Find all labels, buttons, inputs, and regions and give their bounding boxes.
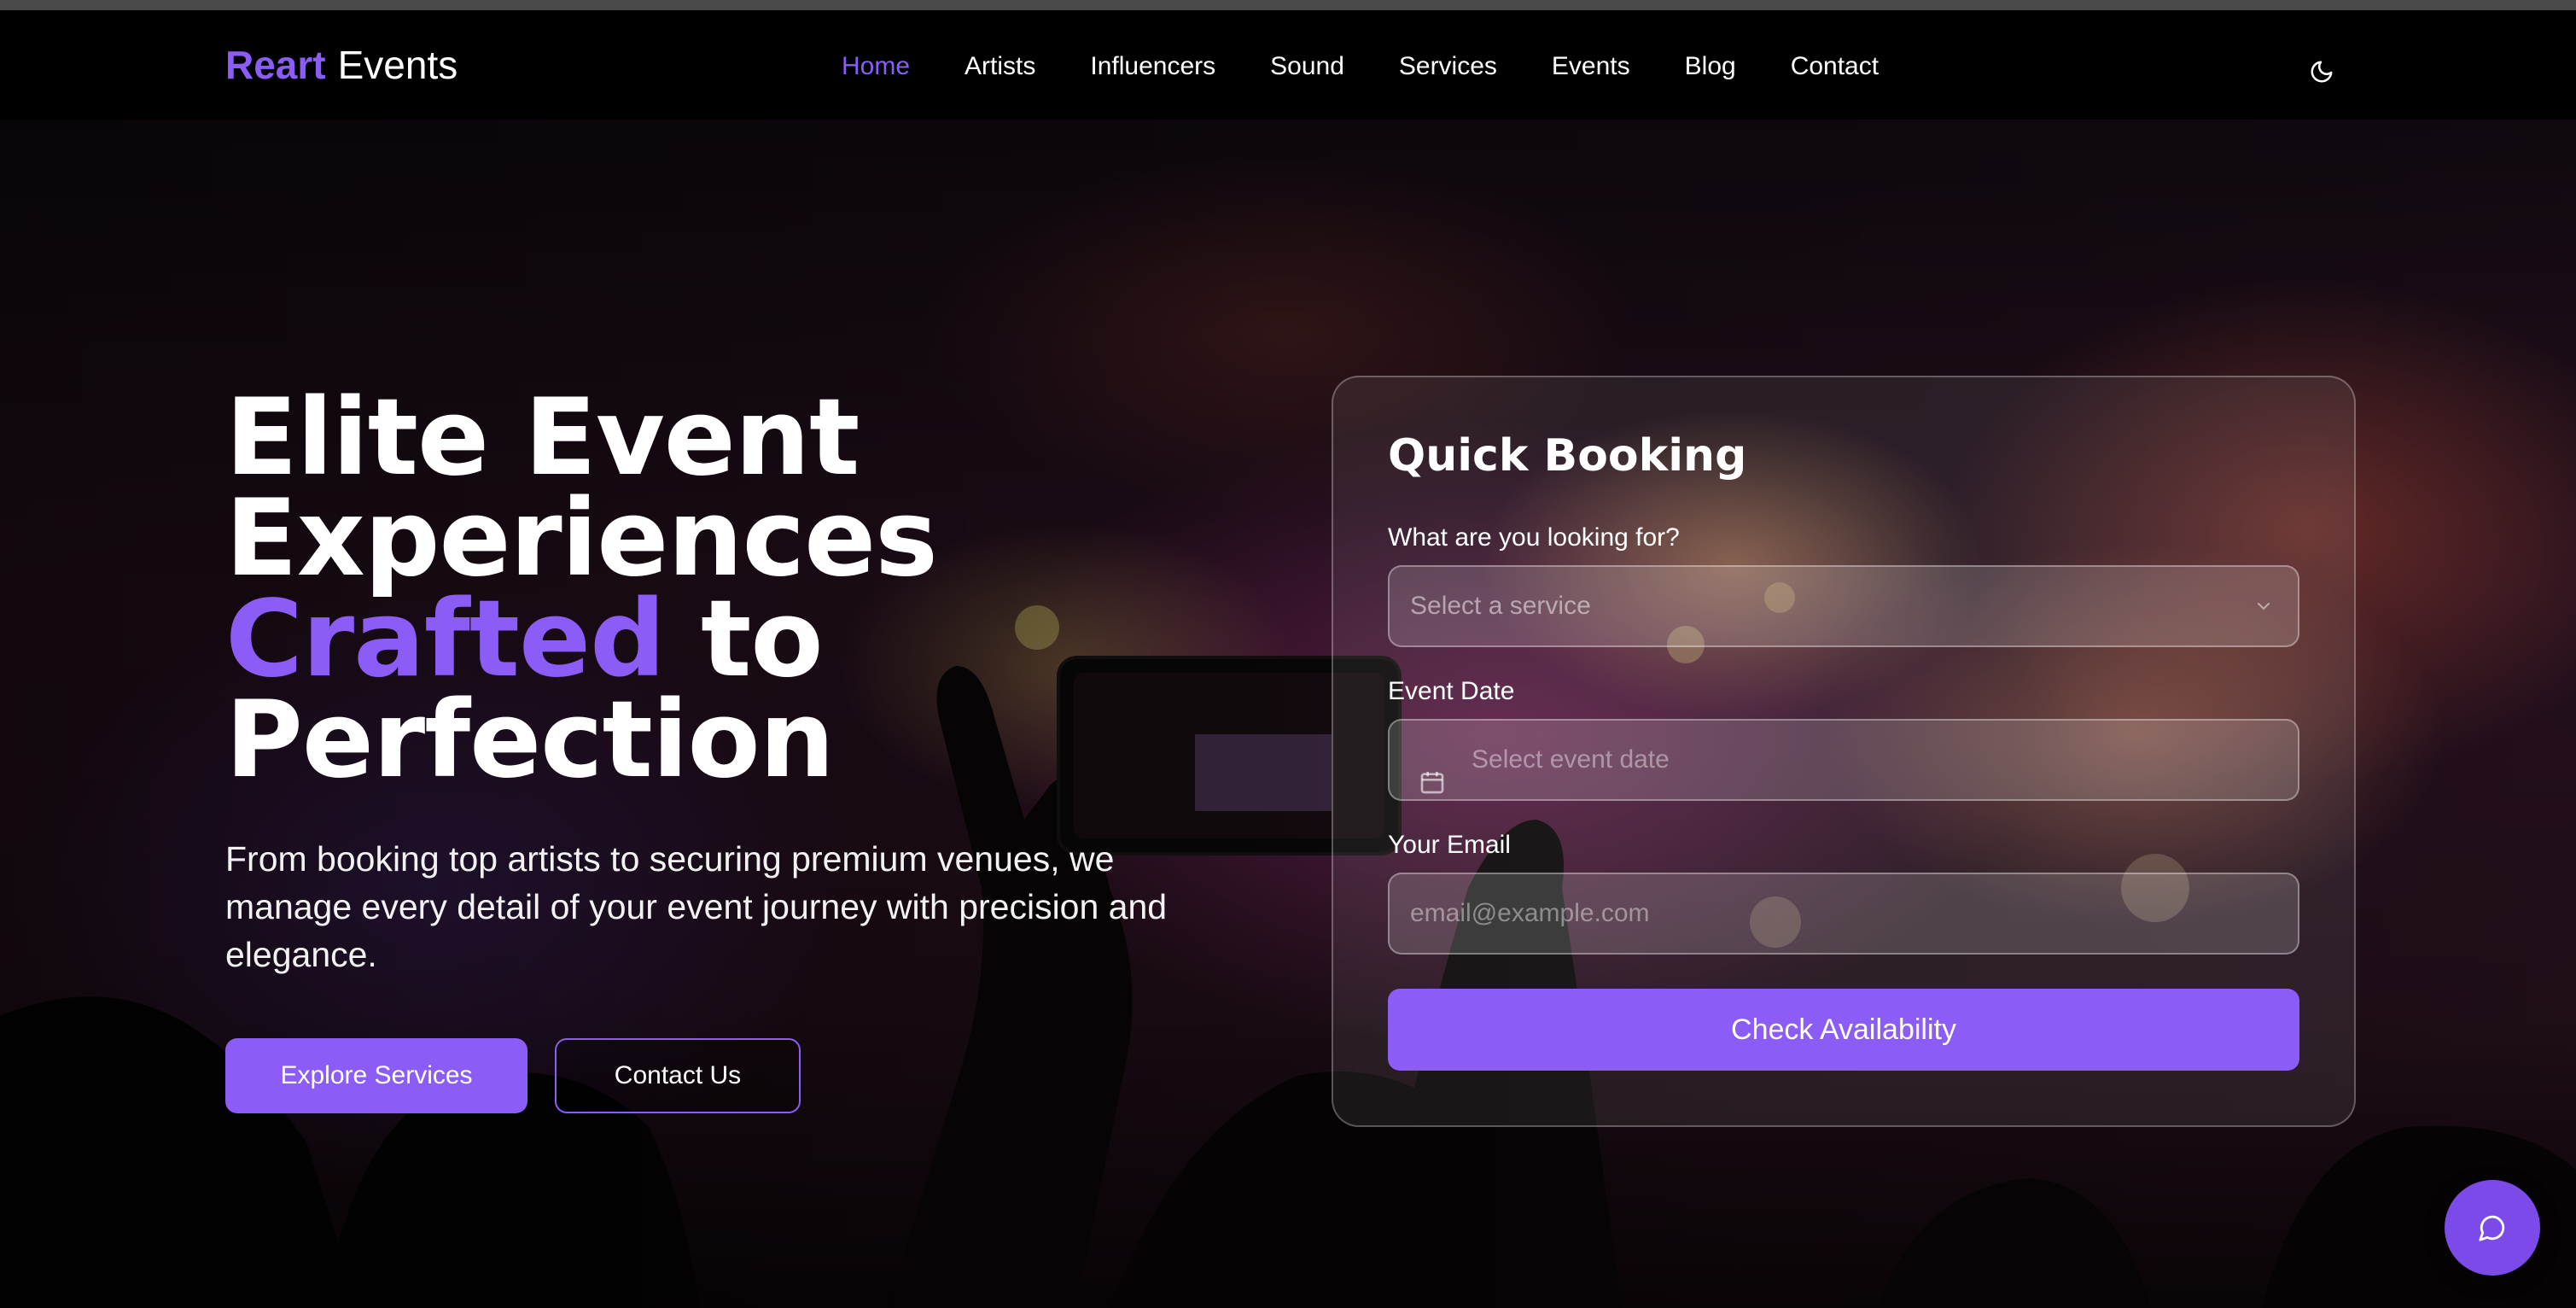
nav-item-artists[interactable]: Artists — [965, 50, 1035, 84]
explore-services-button[interactable]: Explore Services — [225, 1038, 527, 1113]
hero-section: Elite Event Experiences Crafted to Perfe… — [0, 120, 2576, 1308]
chat-button[interactable] — [2445, 1180, 2540, 1276]
service-label: What are you looking for? — [1388, 523, 1680, 552]
brand-name: Reart — [225, 43, 326, 87]
service-select[interactable]: Select a service — [1388, 565, 2299, 647]
quick-booking-title: Quick Booking — [1388, 430, 1747, 482]
nav-item-influencers[interactable]: Influencers — [1090, 50, 1215, 84]
hero-title-line-1: Elite Event — [225, 377, 860, 499]
check-availability-button[interactable]: Check Availability — [1388, 989, 2299, 1071]
window-top-strip — [0, 0, 2576, 10]
contact-us-button[interactable]: Contact Us — [555, 1038, 801, 1113]
nav-item-home[interactable]: Home — [842, 50, 910, 84]
hero-title-line-3: Crafted to — [225, 587, 937, 692]
quick-booking-card: Quick Booking What are you looking for? … — [1332, 376, 2356, 1127]
brand-suffix: Events — [337, 43, 458, 87]
calendar-icon — [1420, 772, 1444, 794]
chat-bubble-icon — [2479, 1215, 2505, 1241]
hero-title-line-4: Perfection — [225, 679, 835, 802]
moon-icon — [2311, 61, 2333, 83]
email-field[interactable] — [1388, 873, 2299, 955]
nav-item-services[interactable]: Services — [1399, 50, 1497, 84]
brand-logo[interactable]: Reart Events — [225, 41, 458, 89]
hero-title: Elite Event Experiences Crafted to Perfe… — [225, 377, 938, 802]
email-label: Your Email — [1388, 831, 1511, 859]
nav-item-sound[interactable]: Sound — [1270, 50, 1344, 84]
nav-item-blog[interactable]: Blog — [1685, 50, 1736, 84]
main-nav: Home Artists Influencers Sound Services … — [842, 50, 1933, 84]
theme-toggle-button[interactable] — [2305, 55, 2339, 89]
event-date-field[interactable] — [1388, 719, 2299, 801]
navbar: Reart Events Home Artists Influencers Sou… — [0, 10, 2576, 120]
chevron-down-icon — [2258, 603, 2270, 610]
hero-subtitle: From booking top artists to securing pre… — [225, 839, 1168, 974]
event-date-label: Event Date — [1388, 677, 1515, 705]
service-select-value: Select a service — [1410, 592, 1591, 620]
nav-item-contact[interactable]: Contact — [1791, 50, 1879, 84]
hero-title-line-2: Experiences — [225, 477, 938, 600]
nav-item-events[interactable]: Events — [1552, 50, 1630, 84]
